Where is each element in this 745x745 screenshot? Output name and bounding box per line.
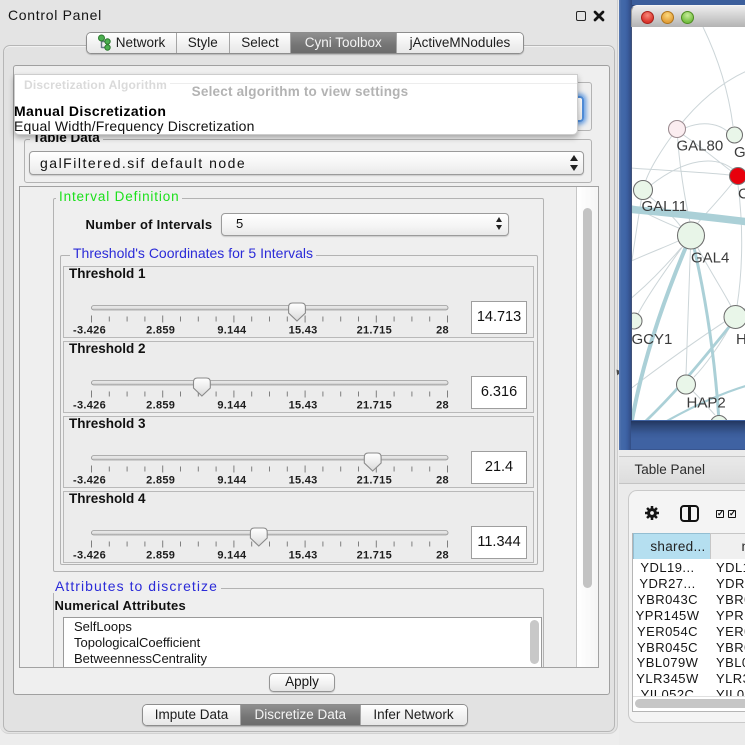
svg-text:15.43: 15.43	[289, 324, 318, 336]
svg-text:HIS: HIS	[736, 331, 745, 348]
svg-text:2.859: 2.859	[146, 324, 175, 336]
svg-text:GAL11: GAL11	[642, 198, 688, 215]
svg-text:9.144: 9.144	[217, 399, 247, 411]
svg-text:GAL80: GAL80	[677, 138, 724, 155]
svg-text:2.859: 2.859	[146, 399, 175, 411]
svg-text:HAP2: HAP2	[687, 395, 726, 412]
svg-text:28: 28	[436, 474, 449, 486]
svg-text:2.859: 2.859	[146, 549, 175, 561]
svg-text:9.144: 9.144	[217, 474, 247, 486]
svg-text:-3.426: -3.426	[73, 474, 106, 486]
svg-text:28: 28	[436, 399, 449, 411]
svg-text:CRE: CRE	[738, 186, 745, 203]
svg-text:GAL5: GAL5	[734, 144, 745, 161]
svg-text:21.715: 21.715	[357, 399, 392, 411]
svg-text:9.144: 9.144	[217, 549, 247, 561]
svg-text:21.715: 21.715	[357, 474, 392, 486]
svg-text:-3.426: -3.426	[73, 549, 106, 561]
svg-text:9.144: 9.144	[217, 324, 247, 336]
svg-text:2.859: 2.859	[146, 474, 175, 486]
svg-text:-3.426: -3.426	[73, 399, 106, 411]
svg-text:28: 28	[436, 549, 449, 561]
svg-text:28: 28	[436, 324, 449, 336]
svg-text:21.715: 21.715	[357, 324, 392, 336]
svg-text:15.43: 15.43	[289, 399, 318, 411]
svg-text:21.715: 21.715	[357, 549, 392, 561]
svg-text:15.43: 15.43	[289, 474, 318, 486]
svg-text:GAL4: GAL4	[691, 250, 729, 267]
svg-text:15.43: 15.43	[289, 549, 318, 561]
svg-text:GCY1: GCY1	[632, 331, 673, 348]
svg-text:-3.426: -3.426	[73, 324, 106, 336]
